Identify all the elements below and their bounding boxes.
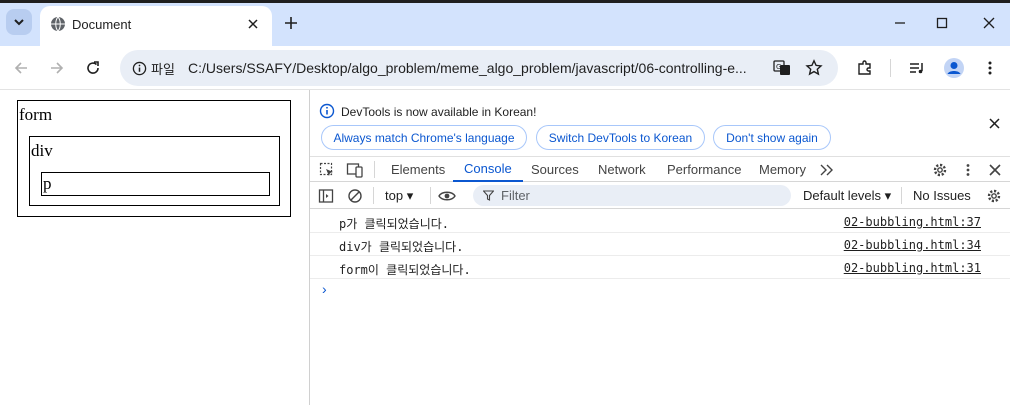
console-source-link[interactable]: 02-bubbling.html:37 [844, 215, 981, 229]
console-divider [430, 187, 431, 204]
device-toolbar-icon[interactable] [345, 160, 365, 180]
info-icon [132, 61, 147, 75]
always-match-language-button[interactable]: Always match Chrome's language [321, 125, 527, 150]
forward-button[interactable] [44, 55, 70, 81]
more-tabs-icon[interactable] [817, 160, 837, 180]
tab-memory[interactable]: Memory [759, 157, 806, 182]
tab-strip: Document [0, 0, 1010, 46]
browser-toolbar: 파일 C:/Users/SSAFY/Desktop/algo_problem/m… [0, 46, 1010, 90]
settings-gear-icon[interactable] [930, 160, 950, 180]
globe-icon [51, 16, 65, 32]
filter-input[interactable]: Filter [473, 185, 791, 206]
filter-placeholder: Filter [501, 188, 530, 203]
devtools-panel: DevTools is now available in Korean! Alw… [309, 90, 1010, 405]
console-message: p가 클릭되었습니다. 02-bubbling.html:37 [310, 210, 1010, 233]
profile-button[interactable] [941, 55, 967, 81]
log-levels-label: Default levels [803, 188, 882, 203]
playlist-icon [910, 63, 923, 74]
page-content: form div p [0, 90, 309, 405]
console-messages: p가 클릭되었습니다. 02-bubbling.html:37 div가 클릭되… [310, 210, 1010, 279]
console-source-link[interactable]: 02-bubbling.html:31 [844, 261, 981, 275]
tab-elements[interactable]: Elements [391, 157, 445, 182]
reload-button[interactable] [80, 55, 106, 81]
chevron-down-icon [14, 19, 24, 26]
p-label: p [43, 174, 52, 193]
maximize-button[interactable] [931, 12, 953, 34]
div-label: div [31, 141, 53, 160]
tab-title: Document [72, 17, 132, 32]
log-levels-dropdown[interactable]: Default levels ▾ [803, 188, 891, 204]
toolbar-divider [890, 59, 891, 77]
console-divider [901, 187, 902, 204]
close-icon [983, 17, 995, 29]
console-message-text: form이 클릭되었습니다. [339, 263, 471, 277]
console-message: div가 클릭되었습니다. 02-bubbling.html:34 [310, 233, 1010, 256]
site-info-label: 파일 [151, 62, 175, 78]
more-vertical-icon [988, 61, 992, 75]
tab-search-button[interactable] [6, 9, 32, 35]
form-label: form [19, 105, 53, 124]
console-toolbar: top ▾ Filter Default levels ▾ No Issues [310, 182, 1010, 209]
console-message-text: p가 클릭되었습니다. [339, 217, 449, 231]
extensions-button[interactable] [852, 55, 878, 81]
p-element[interactable]: p [41, 172, 270, 196]
console-settings-gear-icon[interactable] [984, 186, 1004, 206]
close-devtools-icon[interactable] [985, 160, 1005, 180]
reload-icon [87, 61, 99, 74]
form-element[interactable]: form div p [17, 100, 291, 217]
console-message-text: div가 클릭되었습니다. [339, 240, 464, 254]
devtools-menu-icon[interactable] [958, 160, 978, 180]
minimize-button[interactable] [889, 12, 911, 34]
clear-console-icon[interactable] [345, 186, 365, 206]
browser-tab[interactable]: Document [40, 6, 272, 46]
context-label: top [385, 188, 404, 203]
minimize-icon [895, 22, 905, 24]
maximize-icon [936, 17, 948, 29]
bookmark-star-icon[interactable] [804, 58, 824, 78]
filter-icon [483, 190, 494, 201]
arrow-right-icon [51, 62, 64, 74]
inspect-element-icon[interactable] [317, 160, 337, 180]
translate-icon[interactable]: G [772, 58, 792, 78]
site-info-button[interactable]: 파일 [126, 55, 181, 81]
infobar-message: DevTools is now available in Korean! [341, 105, 537, 119]
avatar-icon [944, 58, 964, 78]
new-tab-button[interactable] [280, 12, 302, 34]
media-controls-button[interactable] [904, 55, 930, 81]
tab-performance[interactable]: Performance [667, 157, 741, 182]
context-selector[interactable]: top ▾ [385, 188, 413, 204]
plus-icon [285, 17, 297, 29]
svg-text:G: G [776, 63, 781, 71]
live-expression-eye-icon[interactable] [437, 186, 457, 206]
back-button[interactable] [8, 55, 34, 81]
tab-console[interactable]: Console [453, 157, 523, 182]
switch-to-korean-button[interactable]: Switch DevTools to Korean [536, 125, 705, 150]
tab-network[interactable]: Network [598, 157, 646, 182]
console-message: form이 클릭되었습니다. 02-bubbling.html:31 [310, 256, 1010, 279]
sidebar-toggle-icon[interactable] [316, 186, 336, 206]
puzzle-icon [858, 60, 871, 75]
console-divider [373, 187, 374, 204]
close-window-button[interactable] [978, 12, 1000, 34]
devtools-infobar: DevTools is now available in Korean! Alw… [310, 90, 1010, 156]
address-bar[interactable]: 파일 C:/Users/SSAFY/Desktop/algo_problem/m… [120, 50, 838, 86]
dont-show-again-button[interactable]: Don't show again [713, 125, 831, 150]
window-top-edge [0, 0, 1010, 3]
url-text[interactable]: C:/Users/SSAFY/Desktop/algo_problem/meme… [188, 60, 758, 76]
browser-menu-button[interactable] [977, 55, 1003, 81]
info-icon [319, 103, 335, 119]
close-infobar-icon[interactable] [985, 114, 1003, 132]
tab-divider [374, 161, 375, 178]
issues-counter[interactable]: No Issues [913, 188, 971, 203]
arrow-left-icon [14, 62, 27, 74]
devtools-tab-bar: Elements Console Sources Network Perform… [310, 156, 1010, 182]
close-tab-icon[interactable] [244, 15, 262, 33]
div-element[interactable]: div p [29, 136, 280, 206]
console-prompt-icon[interactable]: › [322, 281, 327, 297]
tab-sources[interactable]: Sources [531, 157, 579, 182]
console-source-link[interactable]: 02-bubbling.html:34 [844, 238, 981, 252]
